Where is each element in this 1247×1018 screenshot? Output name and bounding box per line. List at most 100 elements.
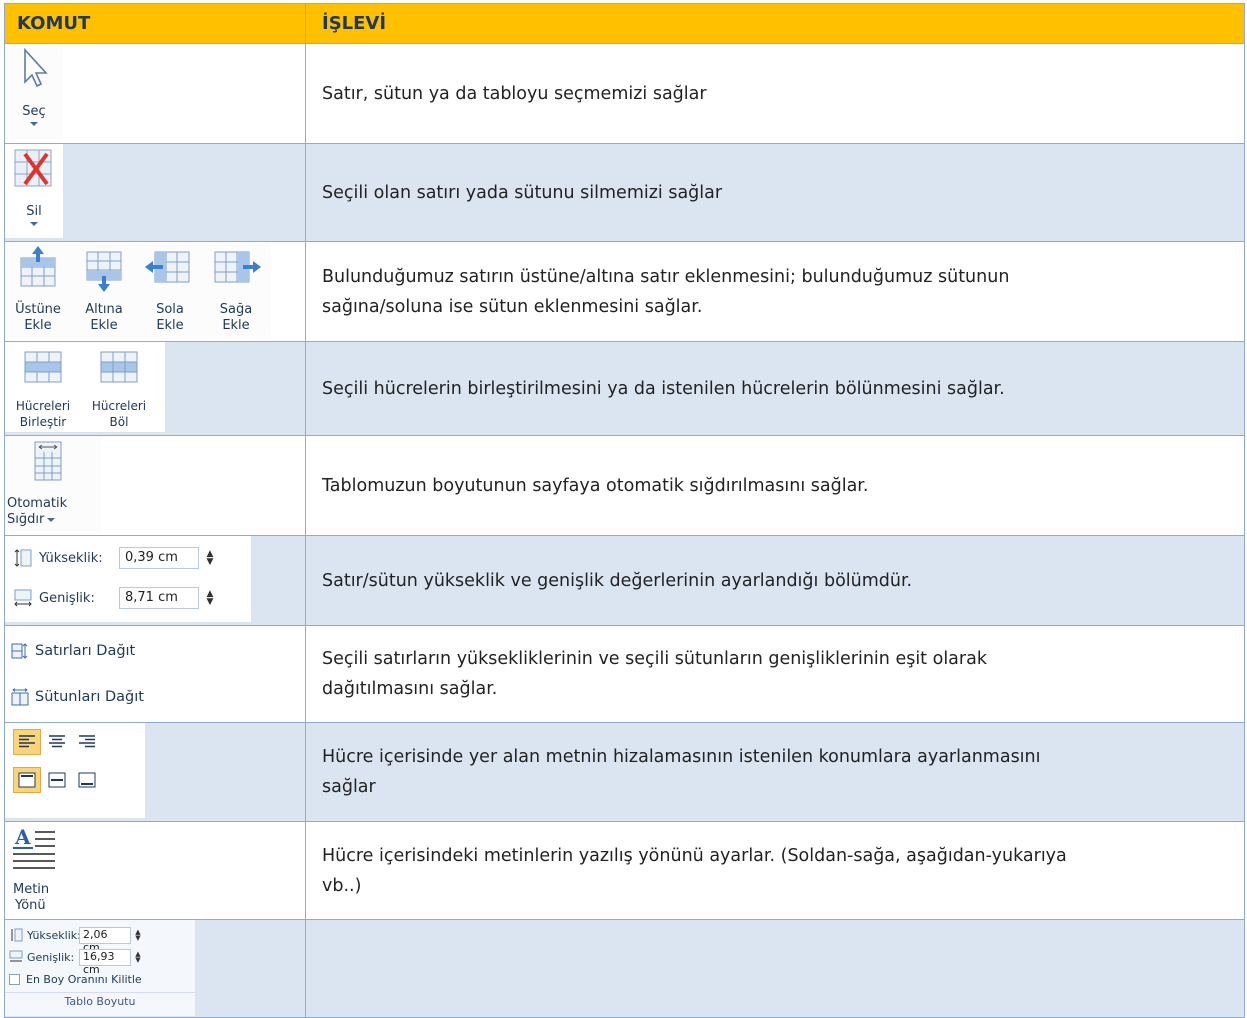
- chevron-down-icon: [30, 122, 38, 126]
- autofit-label2: Sığdır: [7, 512, 45, 527]
- header-islevi: İŞLEVİ: [305, 3, 1245, 44]
- lock-aspect-label: En Boy Oranını Kilitle: [26, 972, 142, 986]
- autofit-label: Otomatik: [7, 496, 68, 511]
- insert-above-button[interactable]: Üstüne Ekle: [5, 242, 71, 338]
- height-spinner[interactable]: ▲ ▼: [199, 547, 221, 569]
- row-description: Seçili hücrelerin birleştirilmesini ya d…: [305, 341, 1245, 436]
- header-komut: KOMUT: [4, 3, 306, 44]
- select-button[interactable]: Seç: [5, 44, 63, 140]
- align-right-icon[interactable]: [73, 729, 101, 755]
- split-cells-label: Hücreleri: [91, 399, 147, 413]
- desc-line: Satır, sütun ya da tabloyu seçmemizi sağ…: [322, 83, 707, 104]
- height-label: Yükseklik:: [39, 550, 103, 566]
- desc-line: Hücre içerisindeki metinlerin yazılış yö…: [322, 845, 1067, 866]
- text-direction-label: Metin: [13, 882, 50, 897]
- height-input[interactable]: 0,39 cm: [119, 547, 199, 569]
- insert-left-label2: Ekle: [156, 318, 184, 333]
- split-cells-label2: Böl: [109, 415, 129, 429]
- width-input[interactable]: 8,71 cm: [119, 587, 199, 609]
- table-row: Hücre içerisinde yer alan metnin hizalam…: [4, 722, 1245, 822]
- desc-line: Seçili olan satırı yada sütunu silmemizi…: [322, 182, 723, 203]
- command-cell: Hücreleri Birleştir Hücreleri Böl: [4, 341, 306, 436]
- table-height-spinner[interactable]: ▲ ▼: [131, 927, 145, 944]
- insert-right-label2: Ekle: [222, 318, 250, 333]
- width-spinner[interactable]: ▲ ▼: [199, 587, 221, 609]
- desc-line: Bulunduğumuz satırın üstüne/altına satır…: [322, 266, 1010, 287]
- command-cell: Sil: [4, 143, 306, 242]
- table-width-spinner[interactable]: ▲ ▼: [131, 949, 145, 966]
- distribute-columns-label: Sütunları Dağıt: [35, 689, 144, 705]
- svg-text:A: A: [14, 825, 31, 849]
- align-left-icon[interactable]: [13, 729, 41, 755]
- table-width-input[interactable]: 16,93 cm: [79, 948, 131, 976]
- header-row: KOMUT İŞLEVİ: [4, 3, 1245, 44]
- table-row: Seç Satır, sütun ya da tabloyu seçmemizi…: [4, 43, 1245, 144]
- text-direction-label2: Yönü: [15, 898, 46, 913]
- row-height-icon: [14, 549, 32, 567]
- align-center-icon[interactable]: [43, 729, 71, 755]
- insert-right-icon: [214, 251, 261, 283]
- command-cell: Yükseklik: 2,06 cm ▲ ▼ Genişlik: 16,93 cm…: [4, 919, 306, 1018]
- desc-line: Seçili satırların yüksekliklerinin ve se…: [322, 649, 987, 669]
- align-top-icon[interactable]: [13, 767, 41, 793]
- delete-button[interactable]: Sil: [5, 144, 63, 238]
- table-height-input[interactable]: 2,06 cm: [79, 926, 131, 954]
- row-description: Bulunduğumuz satırın üstüne/altına satır…: [305, 241, 1245, 342]
- merge-cells-label: Hücreleri: [15, 399, 71, 413]
- chevron-down-icon: [30, 222, 38, 226]
- insert-right-label: Sağa: [219, 302, 253, 317]
- autofit-button[interactable]: Otomatik Sığdır: [5, 436, 101, 532]
- row-description: Seçili olan satırı yada sütunu silmemizi…: [305, 143, 1245, 242]
- table-width-field: Genişlik: 16,93 cm ▲ ▼: [5, 946, 195, 976]
- desc-line: Satır/sütun yükseklik ve genişlik değerl…: [322, 570, 913, 591]
- chevron-down-icon: [47, 518, 56, 522]
- desc-line: sağlar: [322, 777, 376, 797]
- lock-aspect-checkbox[interactable]: [9, 973, 20, 985]
- desc-line: dağıtılmasını sağlar.: [322, 679, 498, 699]
- distribute-group: Satırları Dağıt Sütunları Dağıt: [5, 626, 175, 719]
- insert-left-icon: [145, 251, 190, 283]
- row-description: Hücre içerisinde yer alan metnin hizalam…: [305, 722, 1245, 822]
- table-row: Satırları Dağıt Sütunları Dağıt Seçili s…: [4, 625, 1245, 723]
- desc-line: Hücre içerisinde yer alan metnin hizalam…: [322, 747, 1041, 767]
- insert-left-button[interactable]: Sola Ekle: [137, 242, 203, 338]
- merge-cells-label2: Birleştir: [19, 415, 67, 429]
- table-row: Yükseklik: 0,39 cm ▲ ▼ Genişlik: 8,71 cm …: [4, 535, 1245, 626]
- text-direction-icon: A: [13, 825, 55, 869]
- align-bottom-icon[interactable]: [73, 767, 101, 793]
- command-cell: Satırları Dağıt Sütunları Dağıt: [4, 625, 306, 723]
- command-cell: Üstüne Ekle Altına Ekle Sola Ekle Sağa E…: [4, 241, 306, 342]
- merge-split-group: Hücreleri Birleştir Hücreleri Böl: [5, 342, 165, 432]
- desc-line: vb..): [322, 875, 362, 896]
- column-width-field: Genişlik: 8,71 cm ▲ ▼: [5, 578, 251, 618]
- table-row: Otomatik Sığdır Tablomuzun boyutunun say…: [4, 435, 1245, 536]
- table-row: Üstüne Ekle Altına Ekle Sola Ekle Sağa E…: [4, 241, 1245, 342]
- insert-above-label: Üstüne: [15, 302, 61, 317]
- table-size-group-label: Tablo Boyutu: [5, 992, 195, 1008]
- insert-below-button[interactable]: Altına Ekle: [71, 242, 137, 338]
- select-label: Seç: [22, 104, 46, 119]
- table-size-group: Yükseklik: 2,06 cm ▲ ▼ Genişlik: 16,93 cm…: [5, 920, 195, 1016]
- insert-below-label2: Ekle: [90, 318, 118, 333]
- text-direction-button[interactable]: A Metin Yönü: [5, 822, 91, 916]
- distribute-rows-label: Satırları Dağıt: [35, 643, 136, 659]
- row-height-icon: [11, 928, 23, 942]
- alignment-group: [5, 723, 145, 818]
- column-width-icon: [14, 589, 32, 607]
- align-middle-icon[interactable]: [43, 767, 71, 793]
- table-height-field: Yükseklik: 2,06 cm ▲ ▼: [5, 924, 195, 954]
- distribute-columns-button[interactable]: Sütunları Dağıt: [5, 674, 175, 720]
- size-group: Yükseklik: 0,39 cm ▲ ▼ Genişlik: 8,71 cm …: [5, 536, 251, 622]
- lock-aspect-row: En Boy Oranını Kilitle: [5, 968, 195, 990]
- merge-cells-button[interactable]: Hücreleri Birleştir: [5, 342, 81, 432]
- distribute-rows-button[interactable]: Satırları Dağıt: [5, 628, 175, 674]
- split-cells-icon: [100, 351, 138, 383]
- insert-right-button[interactable]: Sağa Ekle: [203, 242, 269, 338]
- command-cell: Seç: [4, 43, 306, 144]
- row-description: Satır, sütun ya da tabloyu seçmemizi sağ…: [305, 43, 1245, 144]
- row-height-field: Yükseklik: 0,39 cm ▲ ▼: [5, 538, 251, 578]
- table-row: Sil Seçili olan satırı yada sütunu silme…: [4, 143, 1245, 242]
- desc-line: sağına/soluna ise sütun eklenmesini sağl…: [322, 296, 703, 317]
- split-cells-button[interactable]: Hücreleri Böl: [81, 342, 157, 432]
- desc-line: Tablomuzun boyutunun sayfaya otomatik sı…: [322, 475, 869, 496]
